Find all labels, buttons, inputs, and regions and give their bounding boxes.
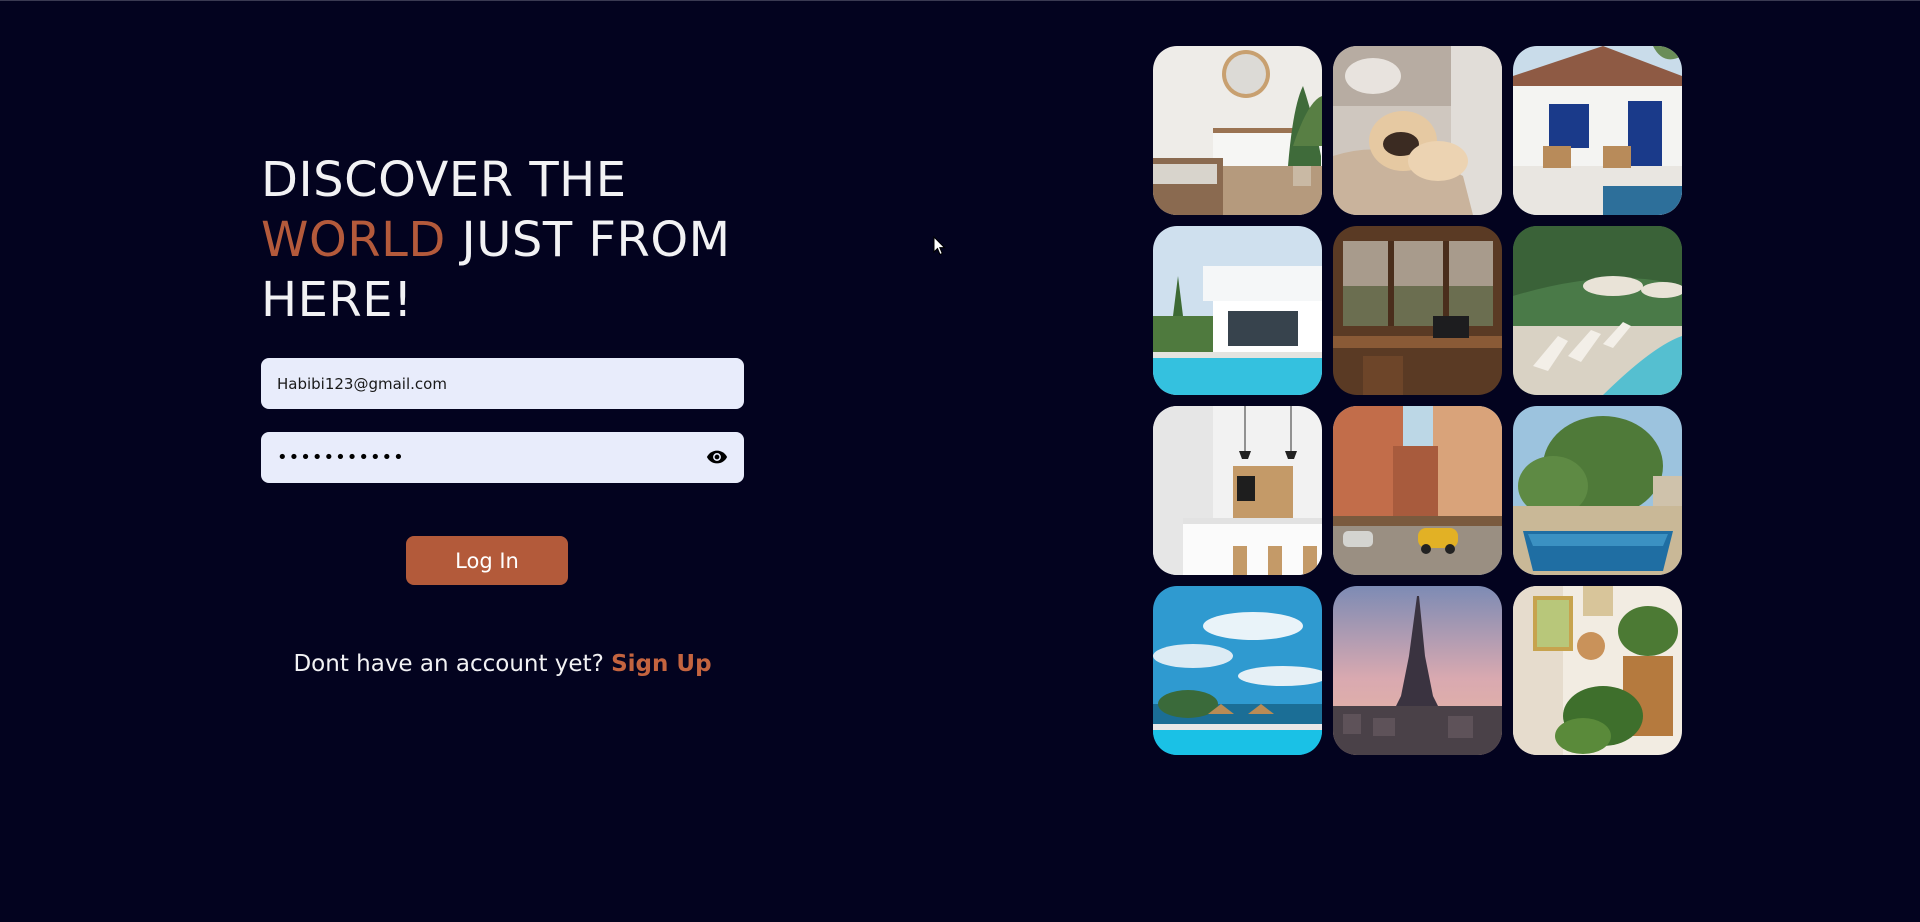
wooden-desk-window-photo <box>1333 226 1502 395</box>
login-button[interactable]: Log In <box>406 536 568 585</box>
password-field[interactable] <box>277 432 697 483</box>
patio-blue-doors-photo <box>1513 46 1682 215</box>
eiffel-tower-sunset-photo <box>1333 586 1502 755</box>
sea-pool-sky-photo <box>1153 586 1322 755</box>
modern-villa-pool-photo <box>1153 226 1322 395</box>
headline-accent-word: WORLD <box>261 212 446 268</box>
top-border <box>0 0 1920 1</box>
photo-gallery <box>1153 46 1682 755</box>
eye-icon[interactable] <box>706 448 728 466</box>
street-yellow-car-photo <box>1333 406 1502 575</box>
email-field-container <box>261 358 744 409</box>
mouse-cursor-icon <box>933 236 946 256</box>
headline-line1: DISCOVER THE <box>261 152 627 208</box>
white-kitchen-photo <box>1153 406 1322 575</box>
headline-line2: JUST FROM <box>445 212 731 268</box>
poolside-loungers-photo <box>1513 226 1682 395</box>
signup-prompt-text: Dont have an account yet? <box>293 651 612 677</box>
email-field[interactable] <box>277 358 697 409</box>
headline-line3: HERE! <box>261 272 413 328</box>
garden-pool-photo <box>1513 406 1682 575</box>
pug-on-sofa-photo <box>1333 46 1502 215</box>
signup-link[interactable]: Sign Up <box>611 651 711 677</box>
signup-prompt: Dont have an account yet? Sign Up <box>261 651 744 677</box>
password-field-container <box>261 432 744 483</box>
bedroom-photo <box>1153 46 1322 215</box>
plants-shelf-photo <box>1513 586 1682 755</box>
page-headline: DISCOVER THE WORLD JUST FROM HERE! <box>261 150 781 330</box>
